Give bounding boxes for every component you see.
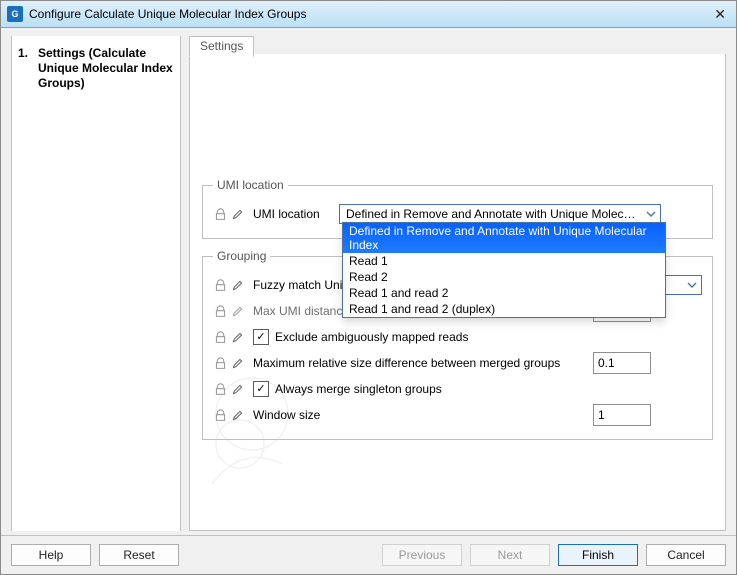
merge-singleton-checkbox[interactable] bbox=[253, 381, 269, 397]
help-button[interactable]: Help bbox=[11, 544, 91, 566]
umi-option-3[interactable]: Read 1 and read 2 bbox=[343, 285, 665, 301]
edit-icon[interactable] bbox=[230, 382, 244, 396]
step-number: 1. bbox=[18, 46, 32, 91]
edit-icon[interactable] bbox=[230, 278, 244, 292]
window-size-input[interactable] bbox=[593, 404, 651, 426]
edit-icon[interactable] bbox=[230, 330, 244, 344]
lock-icon[interactable] bbox=[213, 356, 227, 370]
umi-option-2[interactable]: Read 2 bbox=[343, 269, 665, 285]
cancel-button[interactable]: Cancel bbox=[646, 544, 726, 566]
max-relative-size-input[interactable] bbox=[593, 352, 651, 374]
exclude-ambiguous-label: Exclude ambiguously mapped reads bbox=[275, 330, 468, 344]
previous-button: Previous bbox=[382, 544, 462, 566]
finish-button[interactable]: Finish bbox=[558, 544, 638, 566]
chevron-down-icon bbox=[686, 278, 698, 295]
next-button: Next bbox=[470, 544, 550, 566]
exclude-ambiguous-checkbox[interactable] bbox=[253, 329, 269, 345]
reset-button[interactable]: Reset bbox=[99, 544, 179, 566]
edit-icon bbox=[230, 304, 244, 318]
lock-icon[interactable] bbox=[213, 408, 227, 422]
umi-option-1[interactable]: Read 1 bbox=[343, 253, 665, 269]
wizard-sidebar: 1. Settings (Calculate Unique Molecular … bbox=[11, 36, 181, 531]
edit-icon[interactable] bbox=[230, 408, 244, 422]
titlebar[interactable]: G Configure Calculate Unique Molecular I… bbox=[1, 1, 736, 28]
main-panel: Settings UMI location bbox=[189, 54, 726, 531]
max-relative-size-label: Maximum relative size difference between… bbox=[253, 356, 593, 370]
fuzzy-match-label: Fuzzy match Uni bbox=[253, 278, 349, 292]
umi-location-label: UMI location bbox=[253, 207, 339, 221]
lock-icon[interactable] bbox=[213, 330, 227, 344]
lock-icon[interactable] bbox=[213, 278, 227, 292]
footer-buttons: Help Reset Previous Next Finish Cancel bbox=[1, 535, 736, 574]
step-title: Settings (Calculate Unique Molecular Ind… bbox=[38, 46, 174, 91]
window-title: Configure Calculate Unique Molecular Ind… bbox=[29, 7, 306, 21]
edit-icon[interactable] bbox=[230, 207, 244, 221]
close-icon[interactable]: ✕ bbox=[710, 6, 730, 23]
umi-option-0[interactable]: Defined in Remove and Annotate with Uniq… bbox=[343, 223, 665, 253]
wizard-step-1[interactable]: 1. Settings (Calculate Unique Molecular … bbox=[18, 46, 174, 91]
content-area: 1. Settings (Calculate Unique Molecular … bbox=[1, 28, 736, 535]
app-icon: G bbox=[7, 6, 23, 22]
umi-location-selected: Defined in Remove and Annotate with Uniq… bbox=[346, 207, 642, 221]
window-size-label: Window size bbox=[253, 408, 593, 422]
lock-icon[interactable] bbox=[213, 382, 227, 396]
settings-panel: UMI location UMI location bbox=[190, 54, 725, 530]
edit-icon[interactable] bbox=[230, 356, 244, 370]
lock-icon bbox=[213, 304, 227, 318]
fieldset-umi-location: UMI location UMI location bbox=[202, 178, 713, 239]
dialog-window: G Configure Calculate Unique Molecular I… bbox=[0, 0, 737, 575]
lock-icon[interactable] bbox=[213, 207, 227, 221]
merge-singleton-label: Always merge singleton groups bbox=[275, 382, 442, 396]
umi-option-4[interactable]: Read 1 and read 2 (duplex) bbox=[343, 301, 665, 317]
grouping-legend: Grouping bbox=[213, 249, 270, 263]
umi-location-dropdown[interactable]: Defined in Remove and Annotate with Uniq… bbox=[342, 222, 666, 318]
umi-legend: UMI location bbox=[213, 178, 288, 192]
umi-location-select[interactable]: Defined in Remove and Annotate with Uniq… bbox=[339, 204, 661, 224]
